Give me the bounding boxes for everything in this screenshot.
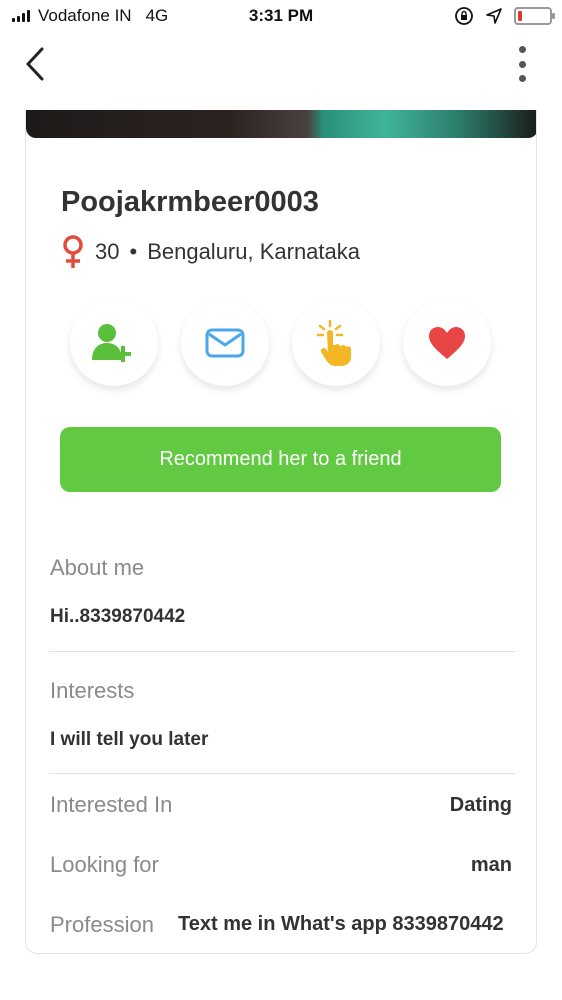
meta-separator: •	[129, 239, 138, 264]
like-button[interactable]	[403, 300, 491, 386]
profile-age: 30	[95, 239, 120, 264]
more-vertical-icon-dot	[518, 46, 526, 53]
action-buttons	[70, 300, 494, 386]
profession-value: Text me in What's app 8339870442	[178, 913, 504, 935]
about-value: Hi..8339870442	[50, 606, 186, 627]
interested-in-label: Interested In	[50, 792, 173, 817]
add-user-icon	[92, 324, 131, 362]
battery-level	[518, 11, 522, 21]
tap-hand-icon	[316, 319, 351, 366]
add-friend-button[interactable]	[70, 300, 158, 386]
status-bar: Vodafone IN 4G 3:31 PM	[0, 0, 562, 32]
profile-name: Poojakrmbeer0003	[61, 186, 319, 218]
chevron-left-icon	[26, 47, 44, 81]
looking-for-value: man	[470, 854, 512, 876]
interested-in-value: Dating	[449, 794, 512, 816]
profile-photo[interactable]	[26, 110, 536, 138]
profile-location: Bengaluru, Karnataka	[147, 239, 361, 264]
looking-for-label: Looking for	[50, 852, 159, 877]
divider	[49, 651, 515, 652]
back-button[interactable]	[18, 44, 58, 84]
battery-icon	[514, 7, 555, 25]
profession-label: Profession	[50, 912, 154, 937]
recommend-button[interactable]: Recommend her to a friend	[60, 427, 501, 492]
interests-value: I will tell you later	[50, 729, 209, 750]
heart-icon	[429, 327, 465, 359]
status-right	[454, 6, 555, 26]
divider	[49, 773, 515, 774]
poke-button[interactable]	[292, 300, 380, 386]
envelope-icon	[205, 328, 245, 358]
more-vertical-icon-dot	[518, 60, 526, 68]
message-button[interactable]	[181, 300, 269, 386]
female-symbol-icon	[63, 235, 83, 268]
profile-meta: 30 • Bengaluru, Karnataka	[61, 234, 360, 270]
about-label: About me	[50, 555, 145, 580]
rotation-lock-icon	[455, 7, 473, 25]
location-arrow-icon	[486, 8, 502, 24]
profile-card: Poojakrmbeer0003 30 • Bengaluru, Karnata…	[25, 110, 537, 954]
interests-label: Interests	[50, 678, 135, 703]
more-vertical-icon-dot	[518, 75, 526, 82]
more-options-button[interactable]	[510, 46, 534, 82]
